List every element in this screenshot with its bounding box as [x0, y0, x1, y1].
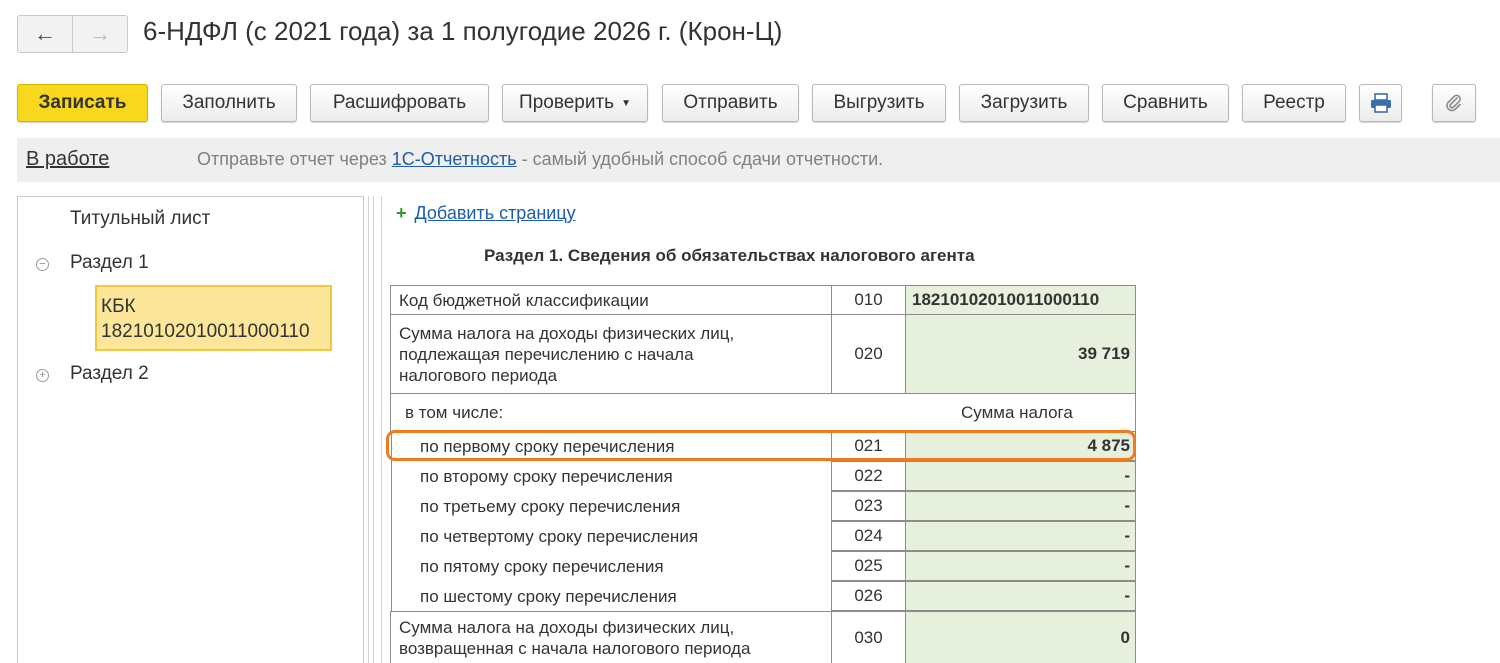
term-code: 026	[831, 581, 906, 611]
printer-icon	[1370, 93, 1391, 113]
highlight-outline	[386, 430, 1136, 461]
window-title: 6-НДФЛ (с 2021 года) за 1 полугодие 2026…	[143, 16, 783, 46]
plus-icon: +	[396, 203, 407, 223]
print-button[interactable]	[1359, 84, 1402, 122]
paperclip-icon	[1446, 94, 1461, 112]
tree-item-section-2[interactable]: Раздел 2	[70, 363, 149, 385]
tree-item-kbk-label: КБК	[101, 296, 136, 317]
status-message-text: Отправьте отчет через	[197, 149, 392, 169]
tax-sum-label: Сумма налога на доходы физических лиц, п…	[390, 314, 832, 394]
including-label: в том числе:	[405, 403, 504, 422]
splitter-line	[373, 196, 374, 663]
kbk-field[interactable]: 18210102010011000110	[905, 285, 1136, 315]
term-value-field[interactable]: -	[905, 521, 1136, 551]
attach-button[interactable]	[1432, 84, 1476, 122]
term-label: по шестому сроку перечисления	[391, 581, 831, 611]
decode-button[interactable]: Расшифровать	[310, 84, 489, 122]
term-label: по третьему сроку перечисления	[391, 491, 831, 521]
tree-item-section-1[interactable]: Раздел 1	[70, 252, 149, 274]
term-label: по четвертому сроку перечисления	[391, 521, 831, 551]
send-button[interactable]: Отправить	[662, 84, 799, 122]
term-label: по второму сроку перечисления	[391, 461, 831, 491]
including-row: в том числе: Сумма налога	[390, 393, 1136, 432]
collapse-icon[interactable]: −	[36, 258, 49, 271]
caret-down-icon: ▼	[621, 97, 631, 109]
status-message-tail: - самый удобный способ сдачи отчетности.	[516, 149, 884, 169]
term-code: 023	[831, 491, 906, 521]
tree-item-title-page[interactable]: Титульный лист	[70, 208, 210, 230]
check-dropdown-button[interactable]: Проверить ▼	[502, 84, 648, 122]
returned-sum-label: Сумма налога на доходы физических лиц, в…	[390, 611, 832, 663]
status-state-link[interactable]: В работе	[26, 148, 109, 171]
tax-sum-code: 020	[831, 314, 906, 394]
returned-sum-field[interactable]: 0	[905, 611, 1136, 663]
panel-splitter[interactable]	[368, 196, 378, 663]
forward-button[interactable]: →	[73, 16, 127, 52]
expand-icon[interactable]: +	[36, 369, 49, 382]
term-value-field[interactable]: -	[905, 491, 1136, 521]
kbk-label: Код бюджетной классификации	[390, 285, 832, 315]
returned-sum-code: 030	[831, 611, 906, 663]
nav-buttons: ← →	[17, 15, 128, 53]
splitter-line	[368, 196, 369, 663]
term-code: 025	[831, 551, 906, 581]
check-button-label: Проверить	[519, 92, 615, 113]
section-title: Раздел 1. Сведения об обязательствах нал…	[484, 246, 975, 265]
add-page-link[interactable]: + Добавить страницу	[396, 203, 576, 224]
save-button[interactable]: Записать	[17, 84, 148, 122]
term-label: по пятому сроку перечисления	[391, 551, 831, 581]
term-value-field[interactable]: -	[905, 551, 1136, 581]
kbk-code: 010	[831, 285, 906, 315]
export-button[interactable]: Выгрузить	[812, 84, 946, 122]
tax-sum-header: Сумма налога	[961, 403, 1073, 422]
term-value-field[interactable]: -	[905, 461, 1136, 491]
term-code: 024	[831, 521, 906, 551]
add-page-label: Добавить страницу	[414, 203, 576, 223]
status-message: Отправьте отчет через 1С-Отчетность - са…	[197, 149, 883, 170]
back-button[interactable]: ←	[18, 16, 73, 52]
tree-item-kbk[interactable]: КБК 18210102010011000110	[95, 285, 332, 351]
status-bar: В работе Отправьте отчет через 1С-Отчетн…	[17, 138, 1500, 182]
registry-button[interactable]: Реестр	[1242, 84, 1346, 122]
compare-button[interactable]: Сравнить	[1102, 84, 1229, 122]
term-value-field[interactable]: -	[905, 581, 1136, 611]
import-button[interactable]: Загрузить	[959, 84, 1089, 122]
arrow-right-icon: →	[89, 21, 111, 46]
term-code: 022	[831, 461, 906, 491]
tree-item-kbk-code: 18210102010011000110	[101, 321, 310, 342]
sections-tree: Титульный лист − Раздел 1 КБК 1821010201…	[17, 196, 364, 663]
arrow-left-icon: ←	[34, 21, 56, 46]
tax-sum-field[interactable]: 39 719	[905, 314, 1136, 394]
reporting-service-link[interactable]: 1С-Отчетность	[392, 149, 517, 169]
fill-button[interactable]: Заполнить	[161, 84, 297, 122]
